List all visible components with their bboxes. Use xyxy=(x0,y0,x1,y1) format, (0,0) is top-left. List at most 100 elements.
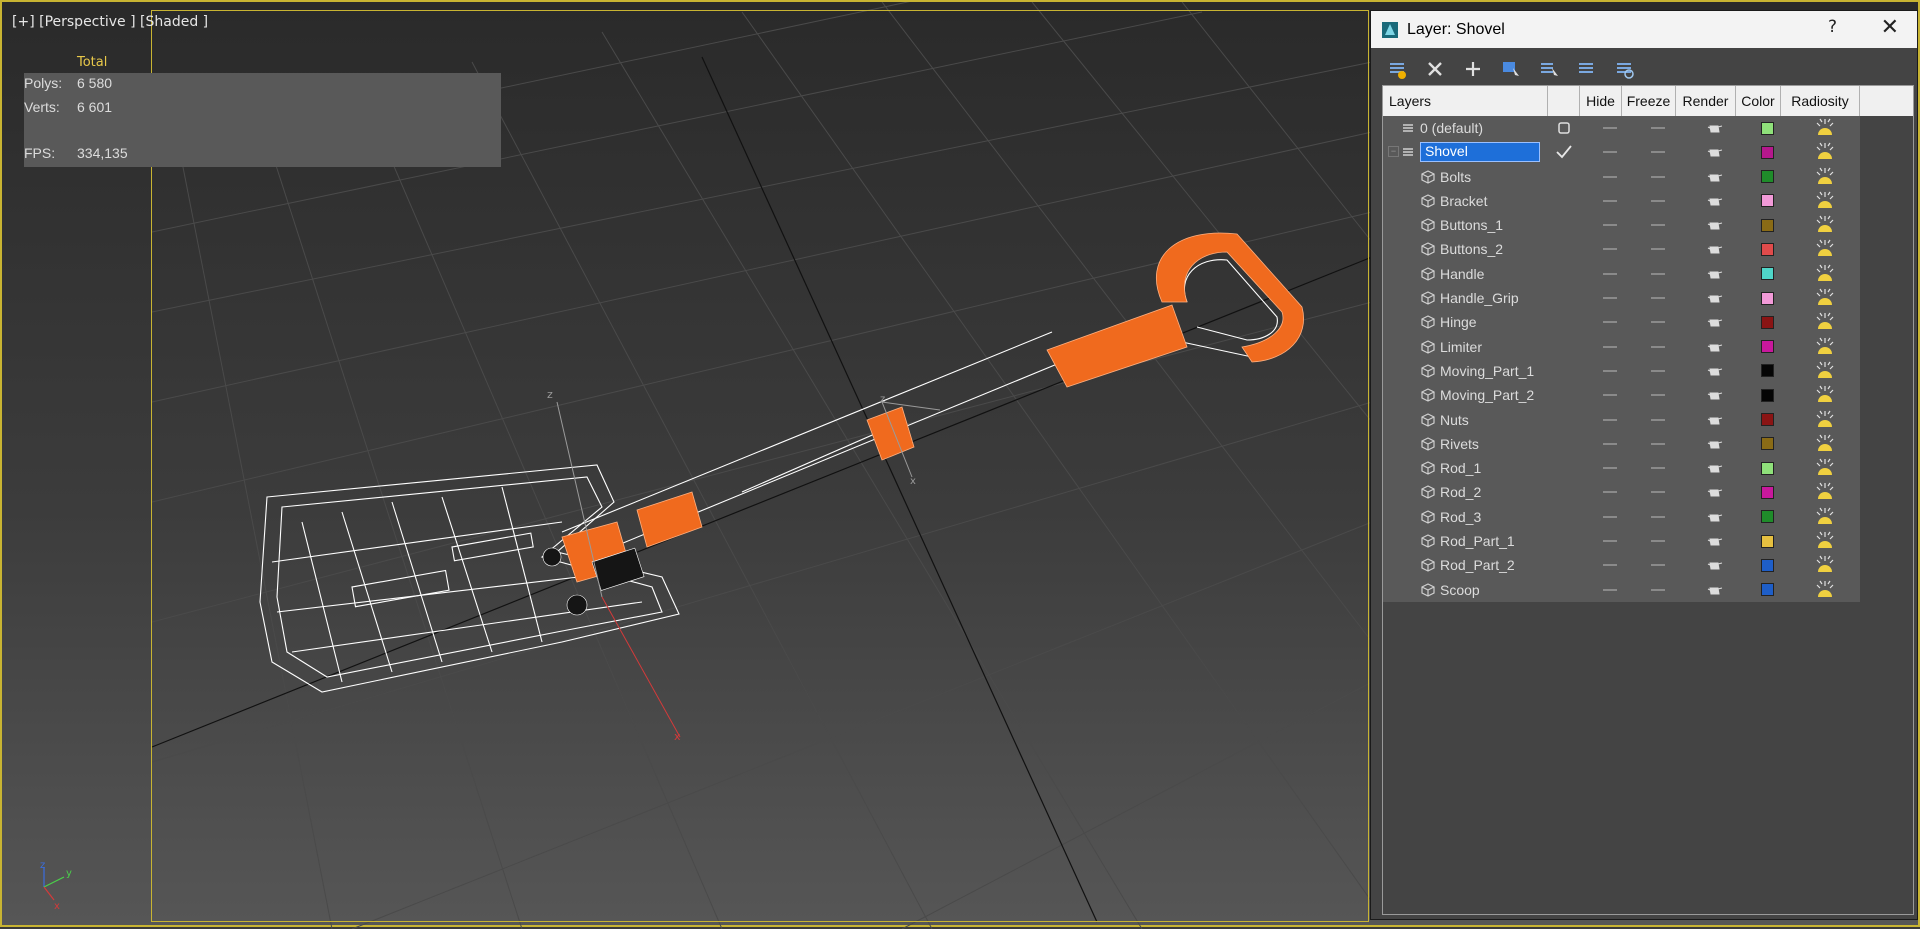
hide-toggle[interactable] xyxy=(1589,408,1631,432)
render-toggle[interactable] xyxy=(1685,505,1745,529)
layer-name[interactable]: Moving_Part_1 xyxy=(1440,363,1534,379)
hide-toggle[interactable] xyxy=(1589,116,1631,140)
create-layer-button[interactable] xyxy=(1381,53,1413,85)
freeze-toggle[interactable] xyxy=(1631,237,1685,261)
layer-name[interactable]: Bolts xyxy=(1440,169,1471,185)
layer-row[interactable]: Bolts xyxy=(1383,164,1860,189)
layer-name[interactable]: Scoop xyxy=(1440,582,1480,598)
layer-row[interactable]: Moving_Part_2 xyxy=(1383,383,1860,408)
render-toggle[interactable] xyxy=(1685,359,1745,383)
layer-row[interactable]: Handle_Grip xyxy=(1383,286,1860,311)
column-header-hide[interactable]: Hide xyxy=(1580,86,1622,116)
layer-row[interactable]: Rod_3 xyxy=(1383,504,1860,530)
render-toggle[interactable] xyxy=(1685,213,1745,237)
freeze-toggle[interactable] xyxy=(1631,140,1685,164)
color-swatch-cell[interactable] xyxy=(1745,310,1790,334)
layer-name[interactable]: Hinge xyxy=(1440,314,1477,330)
color-swatch-cell[interactable] xyxy=(1745,578,1790,602)
radiosity-toggle[interactable] xyxy=(1790,189,1860,213)
layer-row[interactable]: Buttons_2 xyxy=(1383,237,1860,262)
radiosity-toggle[interactable] xyxy=(1790,165,1860,189)
column-header-color[interactable]: Color xyxy=(1736,86,1781,116)
current-layer-marker[interactable] xyxy=(1553,165,1575,189)
hide-toggle[interactable] xyxy=(1589,505,1631,529)
hide-toggle[interactable] xyxy=(1589,213,1631,237)
viewport-plus-menu[interactable]: [+] xyxy=(12,14,35,30)
freeze-toggle[interactable] xyxy=(1631,529,1685,553)
viewport-label-menu[interactable]: [+] [Perspective ] [Shaded ] xyxy=(12,14,208,30)
current-layer-marker[interactable] xyxy=(1553,480,1575,504)
layer-row[interactable]: Limiter xyxy=(1383,334,1860,359)
freeze-toggle[interactable] xyxy=(1631,408,1685,432)
column-header-current[interactable] xyxy=(1548,86,1580,116)
close-button[interactable]: ✕ xyxy=(1881,15,1899,40)
layer-list-panel[interactable]: Layers Hide Freeze Render Color Radiosit… xyxy=(1382,85,1914,915)
column-header-layers[interactable]: Layers xyxy=(1383,86,1548,116)
color-swatch-cell[interactable] xyxy=(1745,335,1790,359)
radiosity-toggle[interactable] xyxy=(1790,262,1860,286)
hide-toggle[interactable] xyxy=(1589,480,1631,504)
render-toggle[interactable] xyxy=(1685,553,1745,577)
freeze-toggle[interactable] xyxy=(1631,189,1685,213)
radiosity-toggle[interactable] xyxy=(1790,335,1860,359)
current-layer-marker[interactable] xyxy=(1553,529,1575,553)
layer-row[interactable]: Rivets xyxy=(1383,431,1860,457)
freeze-toggle[interactable] xyxy=(1631,116,1685,140)
freeze-toggle[interactable] xyxy=(1631,578,1685,602)
render-toggle[interactable] xyxy=(1685,237,1745,261)
freeze-toggle[interactable] xyxy=(1631,383,1685,407)
color-swatch-cell[interactable] xyxy=(1745,116,1790,140)
radiosity-toggle[interactable] xyxy=(1790,310,1860,334)
column-header-freeze[interactable]: Freeze xyxy=(1622,86,1676,116)
current-layer-marker[interactable] xyxy=(1553,237,1575,261)
hide-toggle[interactable] xyxy=(1589,237,1631,261)
color-swatch-cell[interactable] xyxy=(1745,432,1790,456)
radiosity-toggle[interactable] xyxy=(1790,480,1860,504)
select-objects-button[interactable] xyxy=(1495,53,1527,85)
layer-name[interactable]: Rod_Part_1 xyxy=(1440,533,1515,549)
color-swatch-cell[interactable] xyxy=(1745,165,1790,189)
layer-name[interactable]: Shovel xyxy=(1420,142,1540,163)
render-toggle[interactable] xyxy=(1685,116,1745,140)
color-swatch-cell[interactable] xyxy=(1745,359,1790,383)
radiosity-toggle[interactable] xyxy=(1790,383,1860,407)
freeze-toggle[interactable] xyxy=(1631,213,1685,237)
radiosity-toggle[interactable] xyxy=(1790,116,1860,140)
help-button[interactable]: ? xyxy=(1828,17,1837,37)
layer-name[interactable]: Rivets xyxy=(1440,436,1479,452)
freeze-toggle[interactable] xyxy=(1631,553,1685,577)
layer-row[interactable]: Nuts xyxy=(1383,407,1860,432)
layer-row[interactable]: Rod_2 xyxy=(1383,480,1860,505)
color-swatch-cell[interactable] xyxy=(1745,408,1790,432)
radiosity-toggle[interactable] xyxy=(1790,505,1860,529)
layer-row[interactable]: Handle xyxy=(1383,261,1860,287)
current-layer-marker[interactable] xyxy=(1553,335,1575,359)
current-layer-marker[interactable] xyxy=(1553,286,1575,310)
current-layer-marker[interactable] xyxy=(1553,213,1575,237)
color-swatch-cell[interactable] xyxy=(1745,262,1790,286)
radiosity-toggle[interactable] xyxy=(1790,529,1860,553)
current-layer-marker[interactable] xyxy=(1553,310,1575,334)
current-layer-marker[interactable] xyxy=(1553,408,1575,432)
layer-name[interactable]: Handle_Grip xyxy=(1440,290,1519,306)
radiosity-toggle[interactable] xyxy=(1790,286,1860,310)
current-layer-marker[interactable] xyxy=(1553,505,1575,529)
current-layer-marker[interactable] xyxy=(1553,140,1575,164)
render-toggle[interactable] xyxy=(1685,286,1745,310)
layer-row[interactable]: Hinge xyxy=(1383,310,1860,335)
radiosity-toggle[interactable] xyxy=(1790,213,1860,237)
layer-row[interactable]: Rod_Part_2 xyxy=(1383,553,1860,578)
freeze-toggle[interactable] xyxy=(1631,286,1685,310)
hide-toggle[interactable] xyxy=(1589,432,1631,456)
hide-toggle[interactable] xyxy=(1589,335,1631,359)
current-layer-marker[interactable] xyxy=(1553,456,1575,480)
hide-toggle[interactable] xyxy=(1589,529,1631,553)
render-toggle[interactable] xyxy=(1685,529,1745,553)
layer-name[interactable]: Moving_Part_2 xyxy=(1440,387,1534,403)
layer-name[interactable]: Buttons_1 xyxy=(1440,217,1503,233)
hide-freeze-all-button[interactable] xyxy=(1609,53,1641,85)
color-swatch-cell[interactable] xyxy=(1745,529,1790,553)
render-toggle[interactable] xyxy=(1685,165,1745,189)
radiosity-toggle[interactable] xyxy=(1790,237,1860,261)
current-layer-marker[interactable] xyxy=(1553,262,1575,286)
